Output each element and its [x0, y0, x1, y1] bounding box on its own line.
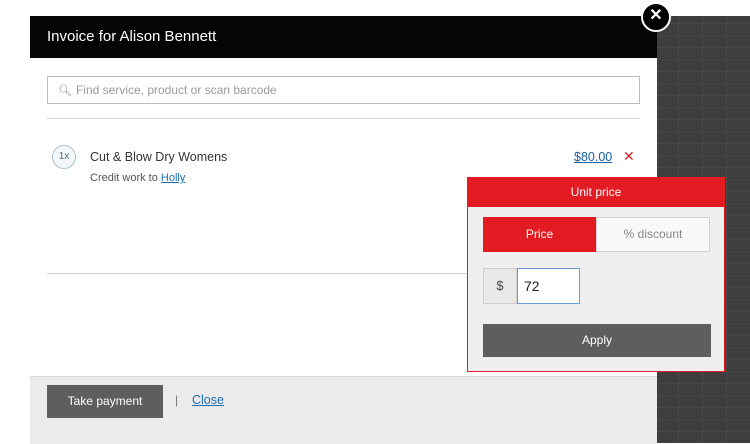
- unit-price-input[interactable]: [517, 268, 580, 304]
- top-strip: [0, 0, 750, 16]
- credit-prefix: Credit work to: [90, 172, 158, 184]
- quantity-badge[interactable]: 1x: [52, 145, 76, 169]
- divider: [47, 118, 640, 119]
- line-item-name: Cut & Blow Dry Womens: [90, 150, 228, 164]
- price-tab[interactable]: Price: [483, 217, 596, 252]
- close-link[interactable]: Close: [192, 393, 224, 407]
- remove-item-icon[interactable]: ✕: [623, 148, 635, 165]
- modal-footer: Take payment | Close: [30, 376, 657, 444]
- credit-work-text: Credit work to Holly: [90, 172, 185, 184]
- search-input[interactable]: [75, 83, 616, 97]
- unit-price-popover: Unit price Price % discount $ Apply: [467, 177, 725, 372]
- modal-title: Invoice for Alison Bennett: [30, 16, 657, 58]
- currency-symbol: $: [483, 268, 517, 304]
- popover-title: Unit price: [468, 178, 724, 207]
- apply-button[interactable]: Apply: [483, 324, 711, 357]
- close-icon[interactable]: ✕: [641, 2, 671, 32]
- search-icon: 🔍︎: [58, 84, 72, 97]
- discount-tab[interactable]: % discount: [596, 217, 710, 252]
- divider: [47, 273, 467, 274]
- staff-link[interactable]: Holly: [161, 172, 185, 184]
- line-item-price-link[interactable]: $80.00: [574, 150, 612, 164]
- search-field[interactable]: 🔍︎: [47, 76, 640, 104]
- take-payment-button[interactable]: Take payment: [47, 385, 163, 418]
- footer-separator: |: [175, 393, 179, 407]
